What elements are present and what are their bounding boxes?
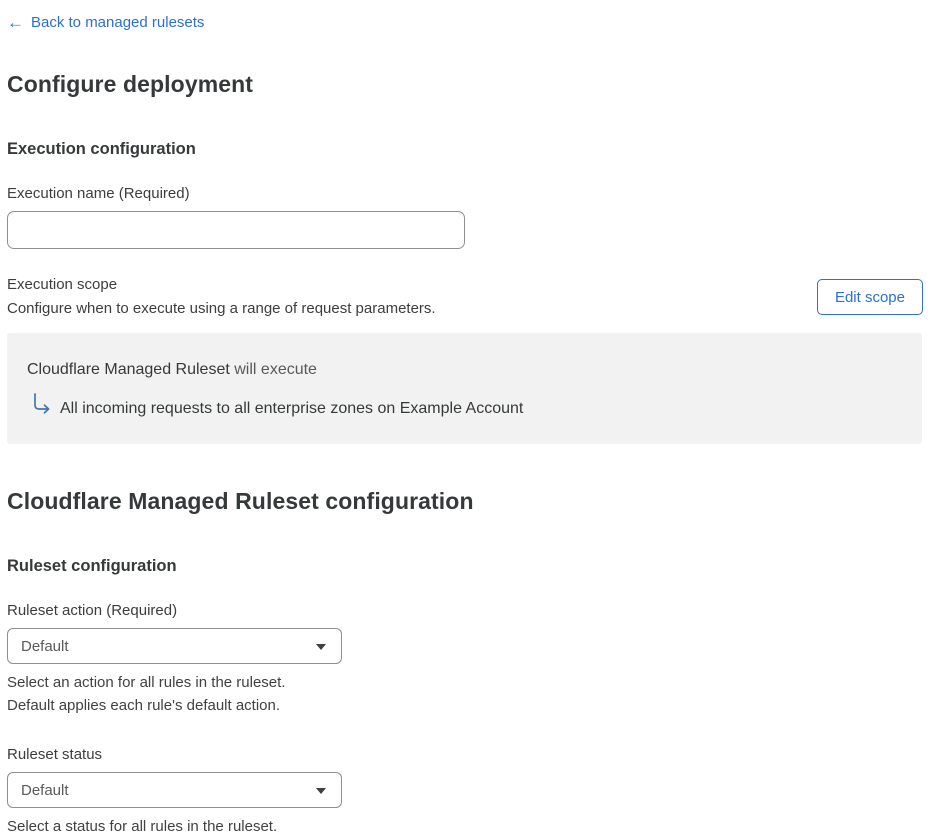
- ruleset-action-help-line-1: Select an action for all rules in the ru…: [7, 674, 286, 691]
- ruleset-configuration-page-title: Cloudflare Managed Ruleset configuration: [7, 488, 474, 514]
- execution-scope-text: Execution scope Configure when to execut…: [7, 273, 436, 321]
- ruleset-status-selected-value: Default: [21, 781, 69, 799]
- ruleset-action-label: Ruleset action (Required): [7, 602, 178, 619]
- execution-name-input[interactable]: [7, 211, 465, 249]
- execution-name-label: Execution name (Required): [7, 185, 190, 202]
- branch-arrow-icon: [34, 393, 50, 414]
- will-execute-text: will execute: [234, 361, 317, 378]
- scope-summary-headline: Cloudflare Managed Ruleset will execute: [27, 360, 902, 380]
- ruleset-action-help: Select an action for all rules in the ru…: [7, 671, 924, 717]
- execution-configuration-heading: Execution configuration: [7, 140, 196, 158]
- chevron-down-icon: [316, 788, 326, 794]
- execution-scope-description: Configure when to execute using a range …: [7, 300, 436, 317]
- ruleset-name-text: Cloudflare Managed Ruleset: [27, 361, 230, 378]
- ruleset-action-help-line-2: Default applies each rule's default acti…: [7, 697, 281, 714]
- ruleset-status-help: Select a status for all rules in the rul…: [7, 815, 924, 838]
- chevron-down-icon: [316, 644, 326, 650]
- back-to-managed-rulesets-link[interactable]: ← Back to managed rulesets: [7, 12, 204, 33]
- ruleset-status-help-line-1: Select a status for all rules in the rul…: [7, 818, 278, 835]
- ruleset-status-label: Ruleset status: [7, 746, 103, 763]
- scope-detail-text: All incoming requests to all enterprise …: [60, 400, 524, 417]
- page-title: Configure deployment: [7, 71, 254, 97]
- ruleset-action-selected-value: Default: [21, 637, 69, 655]
- ruleset-configuration-heading: Ruleset configuration: [7, 557, 177, 575]
- execution-scope-label: Execution scope: [7, 276, 118, 293]
- execution-scope-row: Execution scope Configure when to execut…: [7, 273, 924, 321]
- back-arrow-icon: ←: [7, 13, 24, 32]
- ruleset-action-select[interactable]: Default: [7, 628, 342, 664]
- back-link-label: Back to managed rulesets: [31, 14, 205, 31]
- ruleset-status-select[interactable]: Default: [7, 772, 342, 808]
- scope-summary-panel: Cloudflare Managed Ruleset will execute …: [7, 333, 922, 444]
- edit-scope-button[interactable]: Edit scope: [816, 279, 923, 315]
- scope-summary-detail-row: All incoming requests to all enterprise …: [27, 392, 902, 420]
